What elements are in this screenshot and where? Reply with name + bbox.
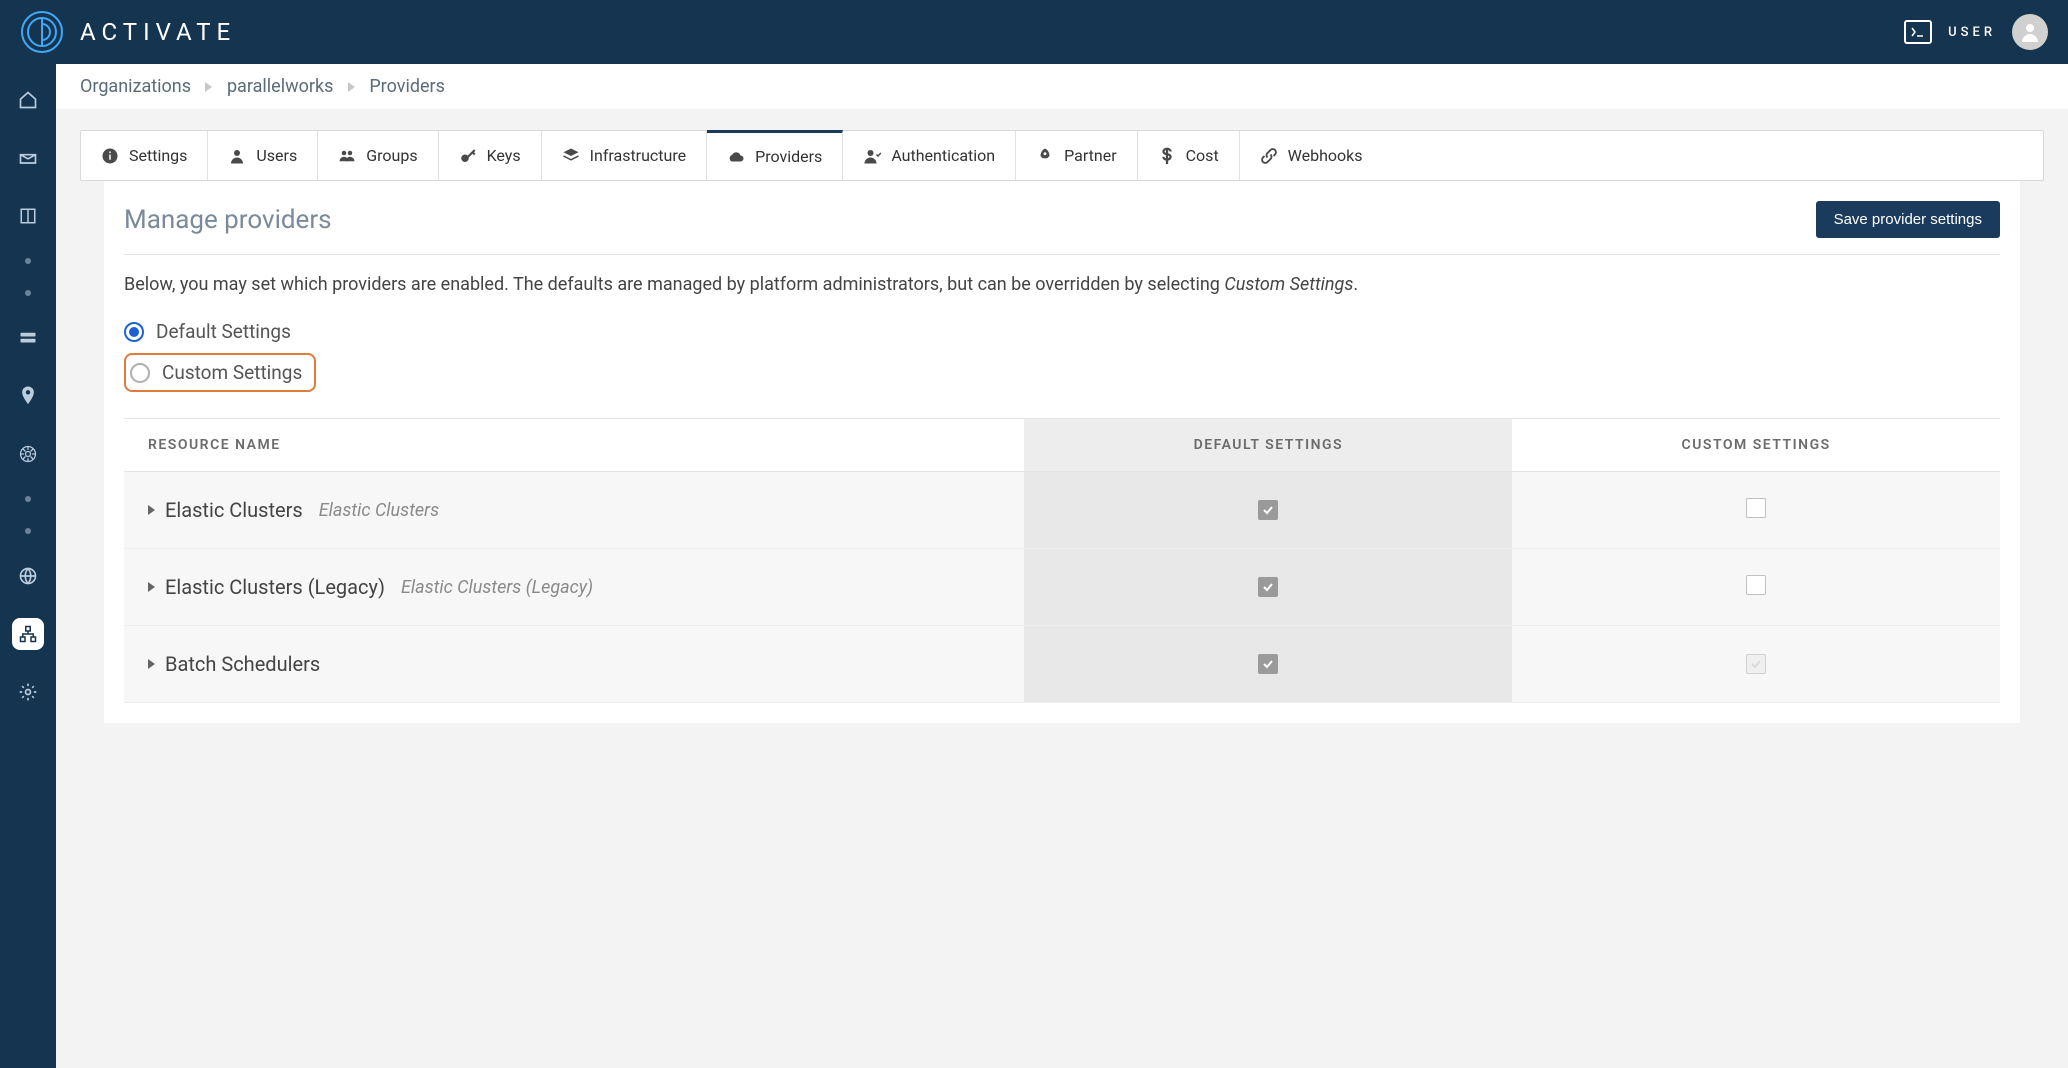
table-row: Batch Schedulers bbox=[124, 626, 2000, 703]
topbar-right: USER bbox=[1904, 14, 2048, 50]
sidebar-globe-icon[interactable] bbox=[12, 560, 44, 592]
resource-label: Elastic Clusters (Legacy) bbox=[165, 575, 385, 599]
tab-authentication[interactable]: Authentication bbox=[843, 131, 1016, 180]
sidebar-server-icon[interactable] bbox=[12, 322, 44, 354]
tab-label: Users bbox=[256, 146, 297, 165]
tab-cost[interactable]: Cost bbox=[1138, 131, 1240, 180]
sidebar-location-icon[interactable] bbox=[12, 380, 44, 412]
resource-sublabel: Elastic Clusters (Legacy) bbox=[401, 577, 593, 598]
sidebar-org-icon[interactable] bbox=[12, 618, 44, 650]
radio-custom-settings[interactable]: Custom Settings bbox=[124, 353, 316, 392]
tab-keys[interactable]: Keys bbox=[439, 131, 542, 180]
resource-sublabel: Elastic Clusters bbox=[319, 500, 439, 521]
default-checkbox[interactable] bbox=[1258, 500, 1278, 520]
tab-partner[interactable]: Partner bbox=[1016, 131, 1138, 180]
tab-label: Groups bbox=[366, 146, 417, 165]
breadcrumb-item[interactable]: parallelworks bbox=[227, 76, 333, 97]
tab-providers[interactable]: Providers bbox=[707, 130, 843, 180]
brand-name: ACTIVATE bbox=[80, 18, 236, 46]
terminal-icon[interactable] bbox=[1904, 20, 1932, 44]
description-text: Below, you may set which providers are e… bbox=[124, 274, 1224, 295]
provider-table: RESOURCE NAME DEFAULT SETTINGS CUSTOM SE… bbox=[124, 418, 2000, 703]
sidebar-inbox-icon[interactable] bbox=[12, 142, 44, 174]
radio-label: Custom Settings bbox=[162, 361, 302, 384]
dollar-icon bbox=[1158, 147, 1176, 165]
content: Organizations parallelworks Providers Se… bbox=[56, 64, 2068, 1068]
tab-settings[interactable]: Settings bbox=[81, 131, 208, 180]
save-provider-settings-button[interactable]: Save provider settings bbox=[1816, 201, 2000, 238]
tab-groups[interactable]: Groups bbox=[318, 131, 438, 180]
table-row: Elastic Clusters Elastic Clusters bbox=[124, 472, 2000, 549]
chevron-right-icon bbox=[348, 82, 355, 92]
breadcrumb: Organizations parallelworks Providers bbox=[56, 64, 2068, 110]
resource-label: Batch Schedulers bbox=[165, 652, 320, 676]
col-default: DEFAULT SETTINGS bbox=[1024, 419, 1512, 472]
tab-label: Partner bbox=[1064, 146, 1117, 165]
tab-infrastructure[interactable]: Infrastructure bbox=[542, 131, 707, 180]
rocket-icon bbox=[1036, 147, 1054, 165]
link-icon bbox=[1260, 147, 1278, 165]
description-italic: Custom Settings bbox=[1224, 274, 1353, 295]
sidebar-dot bbox=[25, 496, 31, 502]
radio-icon bbox=[130, 363, 150, 383]
user-icon bbox=[228, 147, 246, 165]
topbar: ACTIVATE USER bbox=[0, 0, 2068, 64]
sidebar-panel-icon[interactable] bbox=[12, 200, 44, 232]
radio-default-settings[interactable]: Default Settings bbox=[124, 316, 2000, 347]
tab-users[interactable]: Users bbox=[208, 131, 318, 180]
tab-label: Providers bbox=[755, 147, 822, 166]
col-resource: RESOURCE NAME bbox=[124, 419, 1024, 472]
col-custom: CUSTOM SETTINGS bbox=[1512, 419, 2000, 472]
tab-webhooks[interactable]: Webhooks bbox=[1240, 131, 1383, 180]
tab-label: Keys bbox=[487, 146, 521, 165]
description: Below, you may set which providers are e… bbox=[124, 255, 2000, 310]
default-checkbox[interactable] bbox=[1258, 577, 1278, 597]
radio-group: Default Settings Custom Settings bbox=[124, 310, 2000, 410]
resource-label: Elastic Clusters bbox=[165, 498, 303, 522]
layers-icon bbox=[562, 147, 580, 165]
sidebar-helm-icon[interactable] bbox=[12, 438, 44, 470]
chevron-right-icon bbox=[148, 582, 155, 592]
tabs: Settings Users Groups Keys Infrastructur… bbox=[80, 130, 2044, 181]
sidebar-dot bbox=[25, 528, 31, 534]
sidebar-settings-icon[interactable] bbox=[12, 676, 44, 708]
chevron-right-icon bbox=[148, 659, 155, 669]
resource-name[interactable]: Elastic Clusters (Legacy) Elastic Cluster… bbox=[148, 575, 1000, 599]
default-checkbox[interactable] bbox=[1258, 654, 1278, 674]
sidebar-dot bbox=[25, 258, 31, 264]
info-icon bbox=[101, 147, 119, 165]
chevron-right-icon bbox=[205, 82, 212, 92]
table-row: Elastic Clusters (Legacy) Elastic Cluster… bbox=[124, 549, 2000, 626]
page-title: Manage providers bbox=[124, 205, 332, 235]
tab-label: Cost bbox=[1186, 146, 1219, 165]
custom-checkbox[interactable] bbox=[1746, 575, 1766, 595]
resource-name[interactable]: Batch Schedulers bbox=[148, 652, 1000, 676]
tab-label: Webhooks bbox=[1288, 146, 1363, 165]
radio-label: Default Settings bbox=[156, 320, 291, 343]
auth-icon bbox=[863, 147, 881, 165]
resource-name[interactable]: Elastic Clusters Elastic Clusters bbox=[148, 498, 1000, 522]
breadcrumb-item[interactable]: Providers bbox=[369, 76, 445, 97]
description-post: . bbox=[1353, 274, 1358, 295]
sidebar bbox=[0, 64, 56, 1068]
tab-label: Settings bbox=[129, 146, 187, 165]
user-label: USER bbox=[1948, 25, 1996, 40]
sidebar-dot bbox=[25, 290, 31, 296]
sidebar-home-icon[interactable] bbox=[12, 84, 44, 116]
avatar[interactable] bbox=[2012, 14, 2048, 50]
cloud-icon bbox=[727, 148, 745, 166]
chevron-right-icon bbox=[148, 505, 155, 515]
breadcrumb-item[interactable]: Organizations bbox=[80, 76, 191, 97]
group-icon bbox=[338, 147, 356, 165]
radio-icon bbox=[124, 322, 144, 342]
logo-icon bbox=[20, 10, 64, 54]
custom-checkbox[interactable] bbox=[1746, 498, 1766, 518]
key-icon bbox=[459, 147, 477, 165]
tab-label: Authentication bbox=[891, 146, 995, 165]
tab-label: Infrastructure bbox=[590, 146, 686, 165]
panel: Manage providers Save provider settings … bbox=[104, 181, 2020, 723]
brand: ACTIVATE bbox=[20, 10, 236, 54]
custom-checkbox[interactable] bbox=[1746, 654, 1766, 674]
